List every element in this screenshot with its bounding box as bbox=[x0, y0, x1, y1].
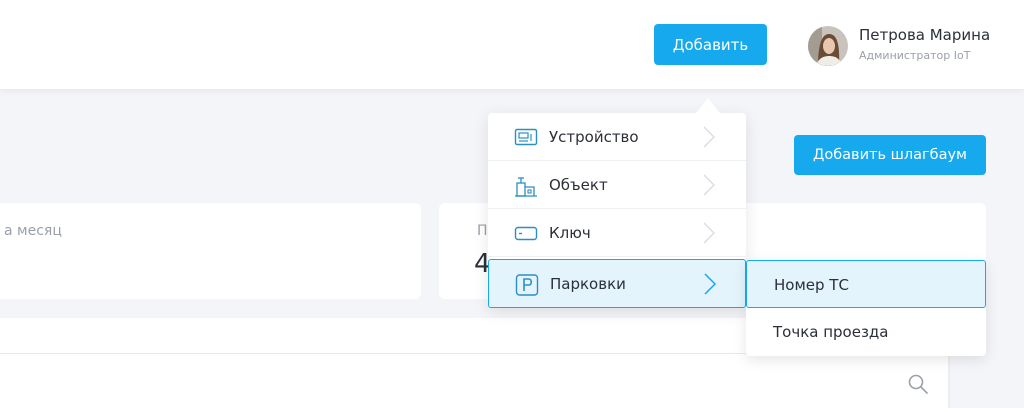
top-header: Добавить Петрова Марина Администратор Io… bbox=[0, 0, 1024, 89]
menu-item-key[interactable]: Ключ bbox=[488, 209, 746, 257]
menu-item-label: Устройство bbox=[549, 128, 639, 146]
submenu-item-label: Номер ТС bbox=[774, 276, 849, 294]
submenu-item-label: Точка проезда bbox=[773, 323, 889, 341]
parking-submenu: Номер ТС Точка проезда bbox=[746, 260, 986, 356]
device-icon bbox=[514, 127, 538, 147]
submenu-item-vehicle-number[interactable]: Номер ТС bbox=[746, 260, 986, 308]
menu-item-label: Объект bbox=[549, 176, 608, 194]
user-role: Администратор IoT bbox=[859, 49, 971, 62]
search-icon[interactable] bbox=[908, 374, 928, 394]
menu-item-parking[interactable]: Парковки bbox=[488, 259, 746, 308]
chevron-right-icon bbox=[703, 272, 717, 296]
dropdown-caret bbox=[696, 98, 720, 113]
stat-card-label: П bbox=[477, 223, 488, 239]
chevron-right-icon bbox=[702, 221, 716, 245]
menu-item-label: Ключ bbox=[549, 224, 591, 242]
menu-item-object[interactable]: Объект bbox=[488, 161, 746, 209]
submenu-item-pass-point[interactable]: Точка проезда bbox=[746, 308, 986, 356]
parking-icon bbox=[515, 274, 539, 296]
stat-card: а месяц bbox=[0, 203, 421, 299]
avatar[interactable] bbox=[808, 26, 848, 66]
add-button[interactable]: Добавить bbox=[654, 24, 767, 65]
menu-item-label: Парковки bbox=[550, 275, 626, 293]
chevron-right-icon bbox=[702, 125, 716, 149]
building-icon bbox=[514, 175, 538, 197]
key-card-icon bbox=[514, 223, 538, 243]
stat-card-label: а месяц bbox=[4, 223, 62, 239]
menu-item-device[interactable]: Устройство bbox=[488, 113, 746, 161]
add-dropdown-menu: Устройство Объект Ключ Парковки bbox=[488, 113, 746, 308]
add-barrier-button[interactable]: Добавить шлагбаум bbox=[794, 135, 986, 175]
user-name: Петрова Марина bbox=[859, 26, 991, 44]
chevron-right-icon bbox=[702, 173, 716, 197]
